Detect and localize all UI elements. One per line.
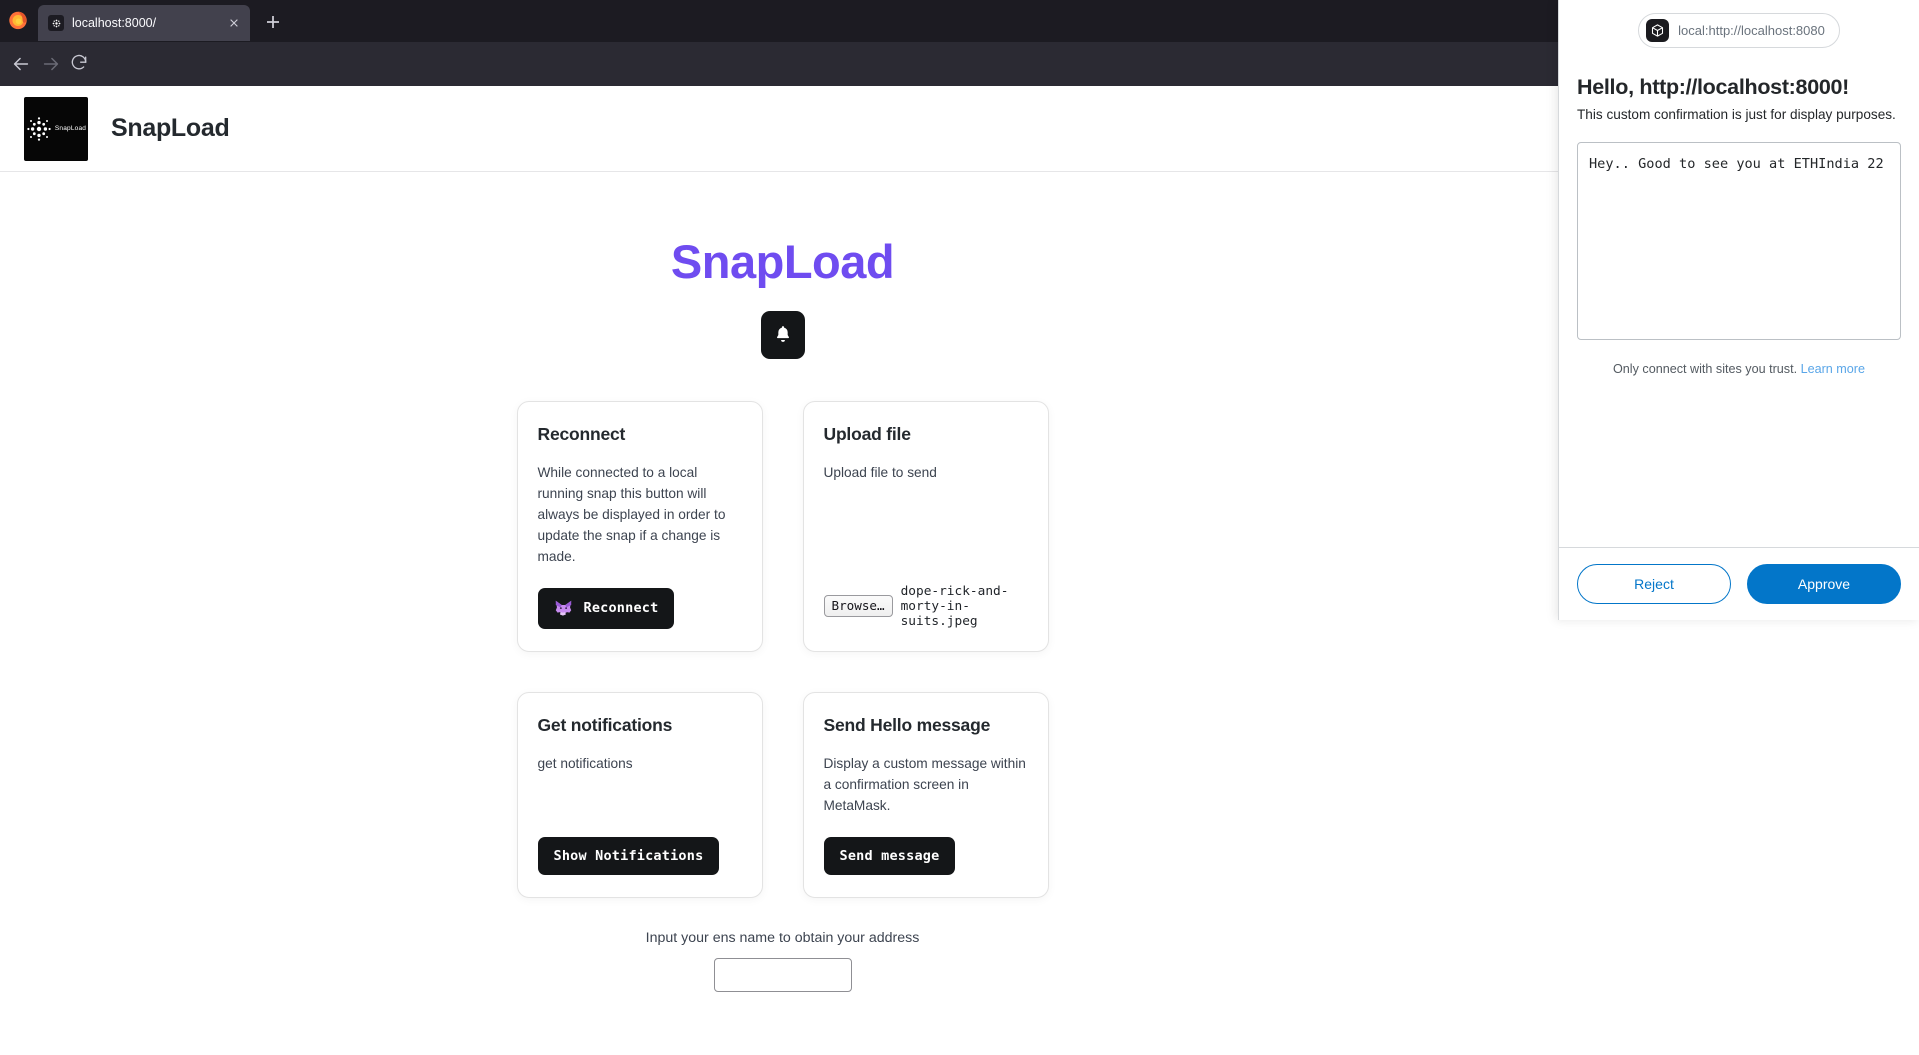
card-description: get notifications bbox=[537, 755, 633, 771]
card-actions: Send message bbox=[823, 817, 1028, 875]
ens-label: Input your ens name to obtain your addre… bbox=[645, 929, 920, 946]
snapload-favicon-icon bbox=[48, 15, 64, 31]
reconnect-button[interactable]: Reconnect bbox=[537, 587, 675, 629]
cards-grid: Reconnect While connected to a local run… bbox=[516, 401, 1049, 898]
card-description: While connected to a local running snap … bbox=[537, 465, 726, 564]
card-actions: Browse… dope-rick-and-morty-in-suits.jpe… bbox=[823, 564, 1028, 629]
snapload-dots-logo-icon bbox=[26, 116, 52, 142]
selected-file-name: dope-rick-and-morty-in-suits.jpeg bbox=[900, 583, 1009, 629]
card-title: Send Hello message bbox=[823, 714, 991, 735]
trust-notice-text: Only connect with sites you trust. bbox=[1613, 362, 1798, 376]
card-title: Upload file bbox=[823, 424, 911, 444]
main-content: SnapLoad Reconnect While connected to a … bbox=[0, 172, 1565, 1055]
card-title: Reconnect bbox=[537, 424, 626, 444]
reload-button[interactable] bbox=[69, 53, 91, 75]
hero-title: SnapLoad bbox=[670, 235, 895, 288]
send-message-button[interactable]: Send message bbox=[823, 836, 956, 875]
card-upload-file: Upload file Upload file to send Browse… … bbox=[802, 401, 1049, 652]
send-message-button-label: Send message bbox=[839, 847, 940, 864]
browser-tab[interactable]: localhost:8000/ bbox=[38, 5, 250, 41]
snap-origin-text: local:http://localhost:8080 bbox=[1678, 23, 1825, 38]
notifications-bell-button[interactable] bbox=[760, 311, 805, 359]
card-send-hello-message: Send Hello message Display a custom mess… bbox=[802, 691, 1049, 898]
file-input-row[interactable]: Browse… dope-rick-and-morty-in-suits.jpe… bbox=[823, 583, 1028, 629]
tab-title: localhost:8000/ bbox=[72, 16, 157, 30]
reconnect-button-label: Reconnect bbox=[583, 600, 659, 617]
popup-body: local:http://localhost:8080 Hello, http:… bbox=[1559, 0, 1919, 547]
show-notifications-button-label: Show Notifications bbox=[553, 847, 704, 864]
popup-message-textarea[interactable] bbox=[1577, 142, 1901, 340]
snapload-logo: SnapLoad bbox=[24, 96, 88, 161]
card-actions: Show Notifications bbox=[537, 817, 742, 875]
page-title: SnapLoad bbox=[111, 114, 230, 142]
new-tab-button[interactable] bbox=[262, 12, 284, 34]
close-icon[interactable] bbox=[224, 13, 244, 33]
card-description: Display a custom message within a confir… bbox=[823, 755, 1026, 813]
logo-wordmark: SnapLoad bbox=[54, 125, 87, 132]
forward-button[interactable] bbox=[40, 53, 62, 75]
back-button[interactable] bbox=[10, 53, 32, 75]
popup-heading: Hello, http://localhost:8000! bbox=[1577, 75, 1850, 99]
firefox-logo-icon bbox=[7, 9, 29, 31]
metamask-confirmation-popup: local:http://localhost:8080 Hello, http:… bbox=[1558, 0, 1919, 620]
card-title: Get notifications bbox=[537, 714, 673, 735]
reject-button[interactable]: Reject bbox=[1577, 564, 1731, 604]
approve-button[interactable]: Approve bbox=[1747, 564, 1901, 604]
popup-subtitle: This custom confirmation is just for dis… bbox=[1577, 107, 1896, 122]
trust-notice: Only connect with sites you trust. Learn… bbox=[1577, 362, 1901, 376]
snap-origin-pill: local:http://localhost:8080 bbox=[1638, 13, 1840, 48]
site-header: SnapLoad SnapLoad bbox=[0, 86, 1565, 172]
card-description: Upload file to send bbox=[823, 465, 937, 480]
show-notifications-button[interactable]: Show Notifications bbox=[537, 836, 720, 875]
popup-footer: Reject Approve bbox=[1559, 547, 1919, 620]
metamask-fox-icon bbox=[554, 599, 573, 618]
ens-input[interactable] bbox=[713, 957, 852, 992]
card-actions: Reconnect bbox=[537, 568, 742, 629]
popup-underlay bbox=[1558, 620, 1919, 1055]
card-get-notifications: Get notifications get notifications Show… bbox=[516, 691, 763, 898]
card-reconnect: Reconnect While connected to a local run… bbox=[516, 401, 763, 652]
learn-more-link[interactable]: Learn more bbox=[1801, 362, 1865, 376]
bell-icon bbox=[773, 324, 793, 347]
screen: localhost:8000/ SnapLoad SnapLoad SnapLo… bbox=[0, 0, 1919, 1055]
browse-button[interactable]: Browse… bbox=[823, 595, 893, 618]
snap-cube-icon bbox=[1646, 19, 1670, 42]
